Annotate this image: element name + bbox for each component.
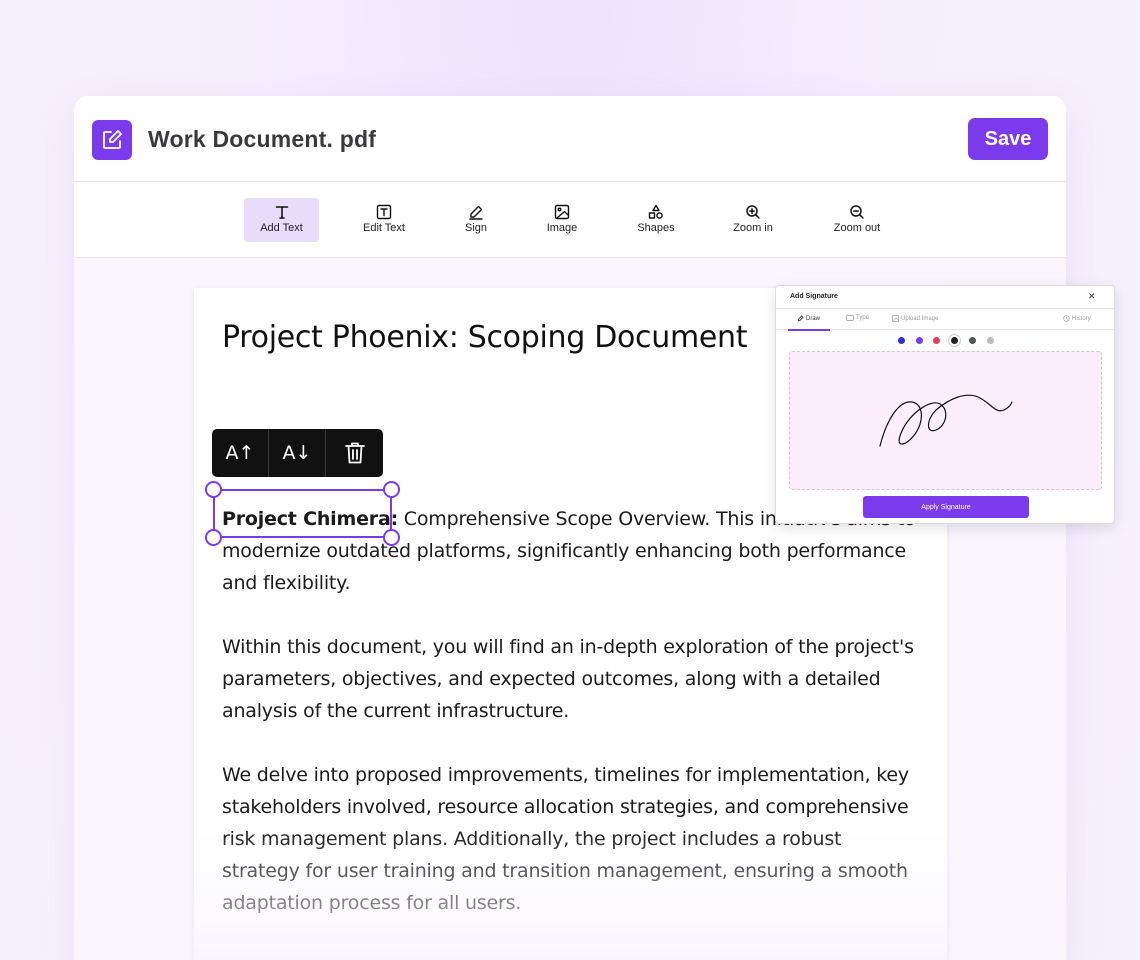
signature-stroke — [879, 394, 1013, 447]
resize-handle-top-right[interactable] — [383, 481, 400, 498]
color-swatch-blue[interactable] — [898, 337, 905, 344]
main-toolbar: Add Text Edit Text Sign Image Shapes Zoo… — [74, 182, 1066, 258]
signature-tabs: Draw Type Upload Image History — [776, 308, 1114, 331]
resize-handle-bottom-right[interactable] — [383, 529, 400, 546]
text-format-toolbar: A↑ A↓ — [212, 429, 383, 477]
text-selection-box[interactable] — [213, 489, 392, 538]
zoom-in-icon — [746, 205, 760, 219]
trash-icon — [344, 442, 365, 464]
title-bar: Work Document. pdf Save — [74, 96, 1066, 182]
color-swatch-red[interactable] — [933, 337, 940, 344]
zoom-out-label: Zoom out — [833, 222, 881, 234]
zoom-out-icon — [850, 205, 864, 219]
resize-handle-top-left[interactable] — [205, 481, 222, 498]
edit-document-icon — [92, 120, 132, 160]
history-icon — [1063, 315, 1070, 322]
document-title: Work Document. pdf — [148, 126, 377, 152]
color-swatch-dark-gray[interactable] — [969, 337, 976, 344]
save-button[interactable]: Save — [968, 118, 1048, 160]
tab-type[interactable]: Type — [846, 315, 869, 321]
add-text-label: Add Text — [260, 222, 303, 234]
tab-type-label: Type — [856, 315, 870, 321]
resize-handle-bottom-left[interactable] — [205, 529, 222, 546]
text-icon — [275, 206, 288, 219]
edit-text-tool[interactable]: Edit Text — [356, 198, 412, 242]
signature-dialog-title: Add Signature — [790, 293, 838, 300]
apply-signature-button[interactable]: Apply Signature — [863, 496, 1029, 518]
signature-draw-area[interactable] — [789, 351, 1102, 490]
keyboard-icon — [846, 315, 854, 321]
close-icon[interactable]: ✕ — [1088, 291, 1096, 302]
delete-button[interactable] — [326, 429, 383, 477]
add-text-tool[interactable]: Add Text — [244, 198, 319, 242]
shapes-tool[interactable]: Shapes — [632, 198, 680, 242]
page-heading[interactable]: Project Phoenix: Scoping Document — [222, 320, 748, 355]
image-label: Image — [546, 222, 578, 234]
increase-font-button[interactable]: A↑ — [212, 429, 269, 477]
decrease-font-button[interactable]: A↓ — [269, 429, 326, 477]
shapes-icon — [648, 204, 663, 219]
pen-icon — [797, 315, 804, 322]
color-swatch-purple[interactable] — [916, 337, 923, 344]
zoom-in-label: Zoom in — [733, 222, 773, 234]
tab-upload-image[interactable]: Upload Image — [892, 315, 938, 322]
active-tab-indicator — [788, 329, 830, 331]
shapes-label: Shapes — [637, 222, 675, 234]
history-button[interactable]: History — [1063, 315, 1091, 322]
sign-label: Sign — [464, 222, 488, 234]
color-swatch-light-gray[interactable] — [987, 337, 994, 344]
zoom-in-tool[interactable]: Zoom in — [730, 198, 776, 242]
tab-upload-image-label: Upload Image — [901, 315, 939, 322]
page-fade-overlay — [194, 828, 947, 960]
pen-icon — [469, 205, 483, 220]
image-tool[interactable]: Image — [540, 198, 584, 242]
color-swatch-black[interactable] — [951, 337, 958, 344]
tab-draw-label: Draw — [806, 315, 821, 322]
edit-text-label: Edit Text — [363, 222, 405, 234]
sign-tool[interactable]: Sign — [456, 198, 496, 242]
history-label: History — [1072, 315, 1091, 322]
signature-dialog: Add Signature ✕ Draw Type Upload Image H… — [775, 285, 1115, 524]
image-icon — [892, 315, 899, 322]
image-icon — [554, 204, 570, 220]
edit-text-icon — [376, 204, 392, 220]
zoom-out-tool[interactable]: Zoom out — [832, 198, 882, 242]
paragraph-2[interactable]: Within this document, you will find an i… — [222, 631, 922, 727]
tab-draw[interactable]: Draw — [797, 315, 820, 322]
